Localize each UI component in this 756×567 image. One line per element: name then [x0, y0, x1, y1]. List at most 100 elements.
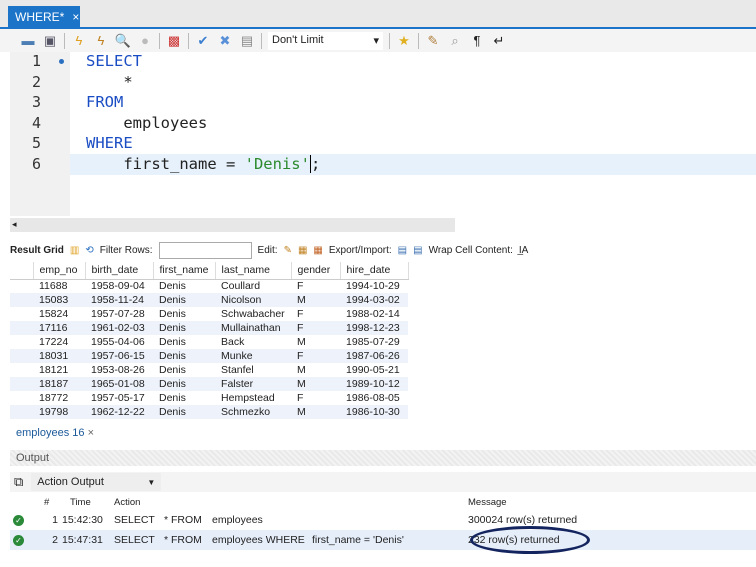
find-icon[interactable]: ⌕ [447, 33, 463, 49]
cell-first_name[interactable]: Denis [153, 279, 215, 293]
row-selector[interactable] [10, 349, 33, 363]
cell-hire_date[interactable]: 1994-03-02 [340, 293, 409, 307]
result-grid-button[interactable]: Result Grid [10, 245, 64, 256]
open-folder-icon[interactable]: ▬ [20, 33, 36, 49]
favorite-icon[interactable]: ★ [396, 33, 412, 49]
import-icon[interactable]: ▤ [413, 245, 422, 256]
table-row[interactable]: 15083 1958-11-24 Denis Nicolson M 1994-03-02 [10, 293, 409, 307]
close-icon[interactable]: × [88, 427, 94, 439]
table-row[interactable]: 18187 1965-01-08 Denis Falster M 1989-10-12 [10, 377, 409, 391]
beautify-icon[interactable]: ✎ [425, 33, 441, 49]
refresh-icon[interactable]: ⟲ [85, 245, 93, 256]
wrap-cell-icon[interactable]: I̲A [519, 245, 528, 256]
explain-icon[interactable]: 🔍 [115, 33, 131, 49]
cell-hire_date[interactable]: 1994-10-29 [340, 279, 408, 293]
cell-emp_no[interactable]: 17116 [33, 321, 85, 335]
copy-icon[interactable]: ⧉ [14, 474, 23, 490]
cell-last_name[interactable]: Schmezko [215, 405, 292, 419]
toggle-icon[interactable]: ▩ [166, 33, 182, 49]
cell-emp_no[interactable]: 18031 [33, 349, 85, 363]
cell-gender[interactable]: M [291, 293, 341, 307]
cell-hire_date[interactable]: 1989-10-12 [340, 377, 409, 391]
output-row[interactable]: ✓ 2 15:47:31 SELECT * FROM employees WHE… [10, 530, 756, 550]
cell-gender[interactable]: M [291, 377, 341, 391]
close-icon[interactable]: × [72, 10, 79, 24]
row-selector[interactable] [10, 293, 33, 307]
cell-gender[interactable]: M [291, 335, 340, 349]
table-row[interactable]: 17116 1961-02-03 Denis Mullainathan F 1998-12… [10, 321, 409, 335]
cell-birth_date[interactable]: 1957-06-15 [85, 349, 153, 363]
export-icon[interactable]: ▤ [398, 245, 407, 256]
column-header[interactable]: first_name [153, 262, 216, 280]
cell-birth_date[interactable]: 1962-12-22 [85, 405, 153, 419]
cell-gender[interactable]: F [291, 321, 341, 335]
row-selector[interactable] [10, 307, 33, 321]
row-selector[interactable] [10, 377, 33, 391]
cell-gender[interactable]: F [291, 279, 340, 293]
cell-birth_date[interactable]: 1957-07-28 [85, 307, 153, 321]
table-row[interactable]: 17224 1955-04-06 Denis Back M 1985-07-29 [10, 335, 408, 349]
cell-first_name[interactable]: Denis [153, 377, 216, 391]
stop-icon[interactable]: ● [137, 33, 153, 49]
save-icon[interactable]: ▣ [42, 33, 58, 49]
cell-hire_date[interactable]: 1998-12-23 [340, 321, 409, 335]
grid-layout-icon[interactable]: ▥ [70, 245, 79, 256]
cell-first_name[interactable]: Denis [153, 293, 216, 307]
column-header[interactable]: emp_no [33, 262, 86, 280]
cell-emp_no[interactable]: 18121 [33, 363, 85, 377]
row-selector[interactable] [10, 405, 33, 419]
result-tab-employees[interactable]: employees 16 × [10, 425, 100, 442]
cell-emp_no[interactable]: 15083 [33, 293, 85, 307]
cell-emp_no[interactable]: 11688 [33, 279, 85, 293]
column-header[interactable]: hire_date [340, 262, 409, 280]
column-header[interactable]: birth_date [85, 262, 154, 280]
execute-icon[interactable]: ϟ [71, 33, 87, 49]
limit-select[interactable]: Don't Limit ▾ [268, 31, 383, 50]
cell-last_name[interactable]: Back [215, 335, 291, 349]
wrap-icon[interactable]: ↵ [491, 33, 507, 49]
scroll-left-icon[interactable]: ◂ [10, 219, 17, 229]
cell-gender[interactable]: F [291, 349, 341, 363]
cell-last_name[interactable]: Hempstead [215, 391, 291, 405]
cell-emp_no[interactable]: 15824 [33, 307, 85, 321]
cell-gender[interactable]: F [291, 307, 340, 321]
output-type-select[interactable]: Action Output ▼ [31, 473, 162, 491]
table-row[interactable]: 18121 1953-08-26 Denis Stanfel M 1990-05-21 [10, 363, 408, 377]
cell-hire_date[interactable]: 1986-08-05 [340, 391, 408, 405]
cell-last_name[interactable]: Munke [215, 349, 292, 363]
rollback-icon[interactable]: ✖ [217, 33, 233, 49]
row-selector[interactable] [10, 335, 33, 349]
cell-gender[interactable]: F [291, 391, 340, 405]
column-header[interactable]: last_name [215, 262, 292, 280]
table-row[interactable]: 19798 1962-12-22 Denis Schmezko M 1986-10-30 [10, 405, 409, 419]
cell-hire_date[interactable]: 1987-06-26 [340, 349, 409, 363]
cell-last_name[interactable]: Nicolson [215, 293, 292, 307]
row-selector[interactable] [10, 391, 33, 405]
cell-birth_date[interactable]: 1965-01-08 [85, 377, 153, 391]
cell-birth_date[interactable]: 1958-11-24 [85, 293, 153, 307]
cell-emp_no[interactable]: 18187 [33, 377, 85, 391]
row-selector[interactable] [10, 363, 33, 377]
cell-last_name[interactable]: Stanfel [215, 363, 291, 377]
cell-gender[interactable]: M [291, 363, 340, 377]
cell-emp_no[interactable]: 17224 [33, 335, 85, 349]
cell-emp_no[interactable]: 18772 [33, 391, 85, 405]
table-row[interactable]: 18772 1957-05-17 Denis Hempstead F 1986-08-05 [10, 391, 408, 405]
cell-first_name[interactable]: Denis [153, 307, 215, 321]
execute-current-icon[interactable]: ϟ [93, 33, 109, 49]
cell-last_name[interactable]: Falster [215, 377, 292, 391]
cell-birth_date[interactable]: 1961-02-03 [85, 321, 153, 335]
commit-icon[interactable]: ✔ [195, 33, 211, 49]
column-header[interactable]: gender [291, 262, 341, 280]
row-selector[interactable] [10, 321, 33, 335]
delete-row-icon[interactable]: ▦ [313, 245, 322, 256]
cell-hire_date[interactable]: 1985-07-29 [340, 335, 408, 349]
cell-birth_date[interactable]: 1957-05-17 [85, 391, 153, 405]
edit-row-icon[interactable]: ✎ [284, 245, 292, 256]
table-row[interactable]: 11688 1958-09-04 Denis Coullard F 1994-10-29 [10, 279, 408, 293]
horizontal-scrollbar[interactable]: ◂ [10, 218, 455, 232]
table-row[interactable]: 15824 1957-07-28 Denis Schwabacher F 1988-02-… [10, 307, 408, 321]
autocommit-icon[interactable]: ▤ [239, 33, 255, 49]
cell-first_name[interactable]: Denis [153, 363, 215, 377]
cell-first_name[interactable]: Denis [153, 321, 216, 335]
